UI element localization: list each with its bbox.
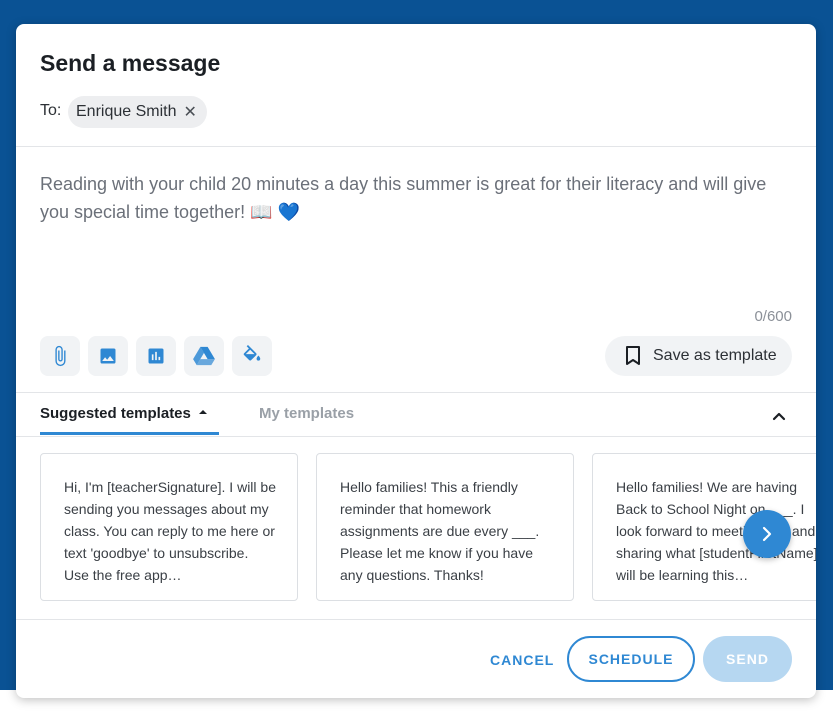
chevron-up-icon (772, 412, 786, 421)
toolbar-divider (16, 392, 816, 393)
send-message-modal: Send a message To: Enrique Smith ✕ Readi… (16, 24, 816, 698)
save-as-template-label: Save as template (653, 347, 777, 364)
template-carousel: Hi, I'm [teacherSignature]. I will be se… (40, 453, 816, 603)
attach-image-button[interactable] (88, 336, 128, 376)
carousel-next-button[interactable] (743, 510, 791, 558)
header-divider (16, 146, 816, 147)
bookmark-icon (626, 346, 640, 365)
tab-my-templates[interactable]: My templates (259, 405, 354, 422)
recipient-chip[interactable]: Enrique Smith ✕ (68, 96, 207, 128)
message-input[interactable]: Reading with your child 20 minutes a day… (40, 170, 792, 226)
template-card[interactable]: Hello families! This a friendly reminder… (316, 453, 574, 601)
tabs-divider (16, 436, 816, 437)
footer-divider (16, 619, 816, 620)
attachment-toolbar (40, 336, 272, 376)
remove-recipient-icon[interactable]: ✕ (184, 102, 197, 122)
theme-button[interactable] (232, 336, 272, 376)
google-drive-icon (193, 346, 215, 366)
paint-bucket-icon (243, 345, 261, 361)
collapse-templates-button[interactable] (772, 408, 786, 426)
modal-title: Send a message (40, 50, 221, 76)
attach-chart-button[interactable] (136, 336, 176, 376)
template-card-text: Hi, I'm [teacherSignature]. I will be se… (64, 479, 276, 583)
schedule-button[interactable]: SCHEDULE (567, 636, 695, 682)
caret-up-icon (198, 410, 207, 415)
image-icon (100, 348, 116, 364)
attach-file-button[interactable] (40, 336, 80, 376)
cancel-button[interactable]: CANCEL (490, 652, 554, 668)
character-counter: 0/600 (754, 308, 792, 325)
template-card-text: Hello families! This a friendly reminder… (340, 479, 540, 583)
to-label: To: (40, 102, 62, 119)
bar-chart-icon (148, 348, 164, 364)
save-as-template-button[interactable]: Save as template (605, 336, 792, 376)
tab-suggested-label: Suggested templates (40, 405, 191, 422)
recipient-name: Enrique Smith (76, 103, 177, 120)
active-tab-indicator (40, 432, 219, 435)
attach-drive-button[interactable] (184, 336, 224, 376)
tab-suggested-templates[interactable]: Suggested templates (40, 405, 207, 422)
send-button[interactable]: SEND (703, 636, 792, 682)
template-card[interactable]: Hi, I'm [teacherSignature]. I will be se… (40, 453, 298, 601)
paperclip-icon (55, 345, 66, 367)
chevron-right-icon (762, 526, 772, 542)
